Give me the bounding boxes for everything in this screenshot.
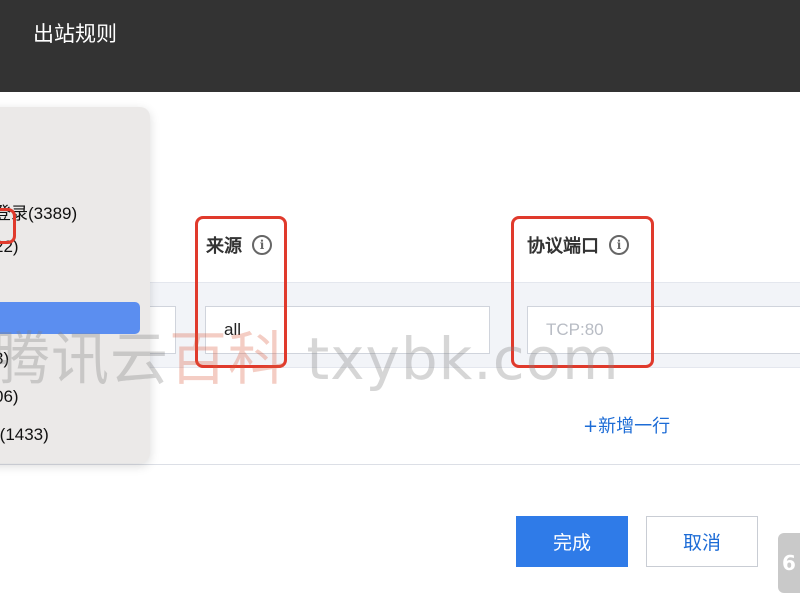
type-dropdown-menu: 登录(3389) 22) 3) 06) r(1433)	[0, 107, 150, 463]
source-highlight-box	[195, 216, 287, 368]
dropdown-item[interactable]: r(1433)	[0, 419, 150, 451]
add-row-link[interactable]: +新增一行	[583, 412, 670, 438]
cancel-button[interactable]: 取消	[646, 516, 758, 567]
dropdown-item-selected[interactable]	[0, 302, 150, 334]
dropdown-item[interactable]: 3)	[0, 343, 150, 375]
dropdown-item[interactable]: 登录(3389)	[0, 195, 150, 227]
dialog-title: 出站规则	[33, 22, 117, 46]
table-divider	[0, 464, 800, 465]
dropdown-item[interactable]: 22)	[0, 231, 150, 263]
corner-logo-icon: 6	[778, 533, 800, 593]
dialog-titlebar: 出站规则	[0, 0, 800, 92]
dropdown-item[interactable]: 06)	[0, 381, 150, 413]
dropdown-item[interactable]	[0, 267, 150, 299]
port-highlight-box	[511, 216, 654, 368]
dropdown-highlight-box	[0, 208, 16, 244]
done-button[interactable]: 完成	[516, 516, 628, 567]
